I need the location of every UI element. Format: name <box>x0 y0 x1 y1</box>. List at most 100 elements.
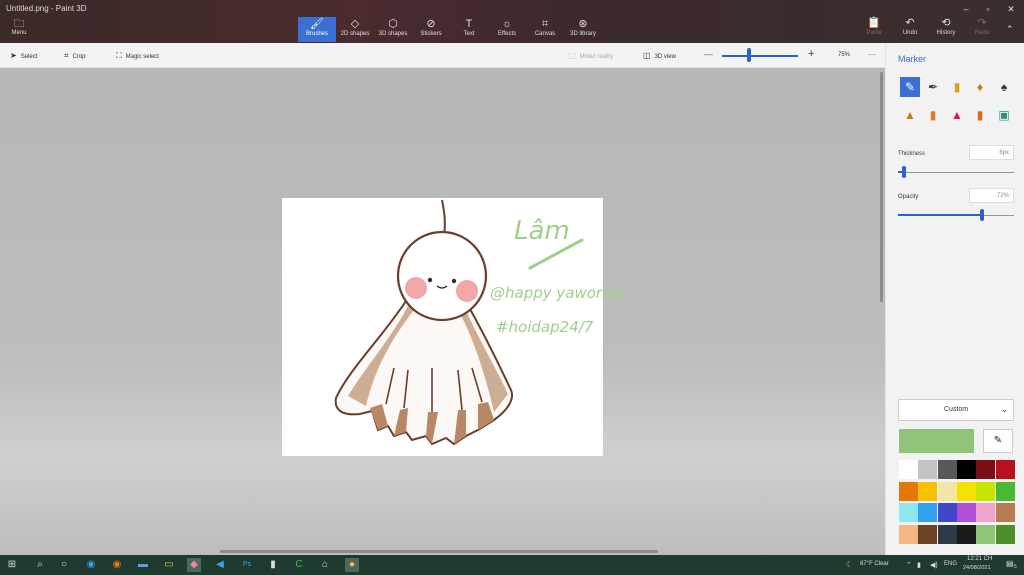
palette-swatch[interactable] <box>976 524 996 544</box>
zoom-out-button[interactable]: — <box>704 49 713 59</box>
tab-3d-shapes[interactable]: ⬡ 3D shapes <box>374 17 412 42</box>
palette-swatch[interactable] <box>976 460 996 479</box>
2d-shapes-icon: ◇ <box>350 18 360 30</box>
palette-swatch[interactable] <box>899 460 918 479</box>
effects-icon: ☼ <box>501 18 513 30</box>
palette-swatch[interactable] <box>899 503 918 522</box>
thickness-slider[interactable] <box>898 172 1014 173</box>
task-view-icon[interactable]: ○ <box>57 558 71 572</box>
weather-text[interactable]: 87°F Clear <box>860 561 889 567</box>
calligraphy-pen-button[interactable]: ✒ <box>923 77 943 97</box>
file-explorer-icon[interactable]: ▭ <box>162 558 176 572</box>
palette-swatch[interactable] <box>956 524 976 544</box>
opacity-value-field[interactable]: 72% <box>969 188 1014 203</box>
pixel-pen-button[interactable]: ♠ <box>994 77 1014 97</box>
palette-swatch[interactable] <box>937 503 957 522</box>
collapse-ribbon-icon[interactable]: ⌃ <box>1006 24 1014 35</box>
marker-brush-button[interactable]: ✎ <box>900 77 920 97</box>
palette-swatch[interactable] <box>956 481 976 501</box>
photoshop-icon[interactable]: Ps <box>240 558 254 572</box>
palette-swatch[interactable] <box>956 460 976 479</box>
notification-count: 5 <box>1014 564 1017 570</box>
drawing-canvas[interactable]: Lâm @happy yaworldo #hoidap24/7 <box>282 198 625 456</box>
horizontal-scrollbar[interactable] <box>220 550 658 553</box>
palette-swatch[interactable] <box>918 503 938 522</box>
3d-view-button[interactable]: ◫ 3D view <box>643 51 676 60</box>
palette-swatch[interactable] <box>918 460 938 479</box>
tab-effects[interactable]: ☼ Effects <box>488 17 526 42</box>
undo-icon: ↶ <box>905 17 915 29</box>
menu-button[interactable]: 🗀 Menu <box>6 18 32 42</box>
thickness-value-field[interactable]: 6px <box>969 145 1014 160</box>
vertical-scrollbar[interactable] <box>880 72 883 302</box>
palette-swatch[interactable] <box>995 481 1015 501</box>
palette-swatch[interactable] <box>995 503 1015 522</box>
spray-can-button[interactable]: ▮ <box>970 105 990 125</box>
zalo-icon[interactable]: ● <box>345 558 359 572</box>
minimize-button[interactable]: – <box>955 3 977 15</box>
current-color-swatch[interactable] <box>899 429 974 453</box>
document-icon[interactable]: ▮ <box>266 558 280 572</box>
zoom-in-button[interactable]: + <box>808 48 814 60</box>
undo-button[interactable]: ↶ Undo <box>893 17 927 42</box>
watercolor-button[interactable]: ♦ <box>970 77 990 97</box>
clock-time[interactable]: 12:21 CH <box>967 556 992 562</box>
palette-swatch[interactable] <box>976 503 996 522</box>
color-mode-dropdown[interactable]: Custom ⌄ <box>898 399 1014 421</box>
network-icon[interactable]: ▮ <box>917 561 921 569</box>
palette-swatch[interactable] <box>995 524 1015 544</box>
tab-3d-library[interactable]: ⊛ 3D library <box>564 17 602 42</box>
firefox-icon[interactable]: ◉ <box>110 558 124 572</box>
zoom-slider-handle[interactable] <box>746 48 751 62</box>
telegram-icon[interactable]: ◀ <box>213 558 227 572</box>
notification-icon[interactable]: ▤ <box>1006 559 1014 568</box>
oil-brush-button[interactable]: ▮ <box>947 77 967 97</box>
network-app-icon[interactable]: ⌂ <box>318 558 332 572</box>
tab-text[interactable]: T Text <box>450 17 488 42</box>
tab-2d-shapes[interactable]: ◇ 2D shapes <box>336 17 374 42</box>
palette-swatch[interactable] <box>995 460 1015 479</box>
opacity-slider-handle[interactable] <box>979 209 984 221</box>
palette-swatch[interactable] <box>976 481 996 501</box>
palette-swatch[interactable] <box>937 481 957 501</box>
volume-icon[interactable]: ◀) <box>930 561 938 569</box>
thickness-label: Thickness <box>898 151 926 157</box>
palette-swatch[interactable] <box>937 524 957 544</box>
palette-swatch[interactable] <box>937 460 957 479</box>
redo-button[interactable]: ↷ Redo <box>965 17 999 42</box>
search-icon[interactable]: ⌕ <box>33 558 47 572</box>
tray-chevron-icon[interactable]: ⌃ <box>906 561 912 569</box>
palette-swatch[interactable] <box>899 524 918 544</box>
eraser-button[interactable]: ▮ <box>923 105 943 125</box>
tab-canvas[interactable]: ⌗ Canvas <box>526 17 564 42</box>
crop-tool[interactable]: ⌗ Crop <box>64 51 86 61</box>
mixed-reality-button[interactable]: ⬚ Mixed reality <box>568 51 613 60</box>
magic-select-tool[interactable]: ⛶ Magic select <box>116 51 159 61</box>
pencil-button[interactable]: ▲ <box>900 105 920 125</box>
clock-date[interactable]: 24/08/2021 <box>963 565 991 571</box>
edge-icon[interactable]: ◉ <box>84 558 98 572</box>
more-options-button[interactable]: ··· <box>868 50 876 59</box>
palette-swatch[interactable] <box>918 481 938 501</box>
palette-swatch[interactable] <box>899 481 918 501</box>
paint-3d-icon[interactable]: ◆ <box>187 558 201 572</box>
paste-button[interactable]: 📋 Paste <box>857 17 891 42</box>
language-indicator[interactable]: ENG <box>944 561 957 567</box>
mail-icon[interactable]: ▬ <box>136 558 150 572</box>
crayon-button[interactable]: ▲ <box>947 105 967 125</box>
windows-start-icon[interactable]: ⊞ <box>5 558 19 572</box>
select-tool[interactable]: ➤ Select <box>10 51 37 60</box>
eyedropper-button[interactable]: ✎ <box>983 429 1013 453</box>
tab-stickers[interactable]: ⊘ Stickers <box>412 17 450 42</box>
maximize-button[interactable]: ▫ <box>977 3 999 15</box>
camtasia-icon[interactable]: C <box>292 558 306 572</box>
palette-swatch[interactable] <box>918 524 938 544</box>
fill-button[interactable]: ▣ <box>994 105 1014 125</box>
oil-brush-icon: ▮ <box>953 80 961 94</box>
close-button[interactable]: ✕ <box>1000 3 1022 15</box>
history-button[interactable]: ⟲ History <box>929 17 963 42</box>
thickness-slider-handle[interactable] <box>901 166 906 178</box>
palette-swatch[interactable] <box>956 503 976 522</box>
tab-brushes[interactable]: 🖌 Brushes <box>298 17 336 42</box>
zoom-slider[interactable] <box>722 55 798 57</box>
